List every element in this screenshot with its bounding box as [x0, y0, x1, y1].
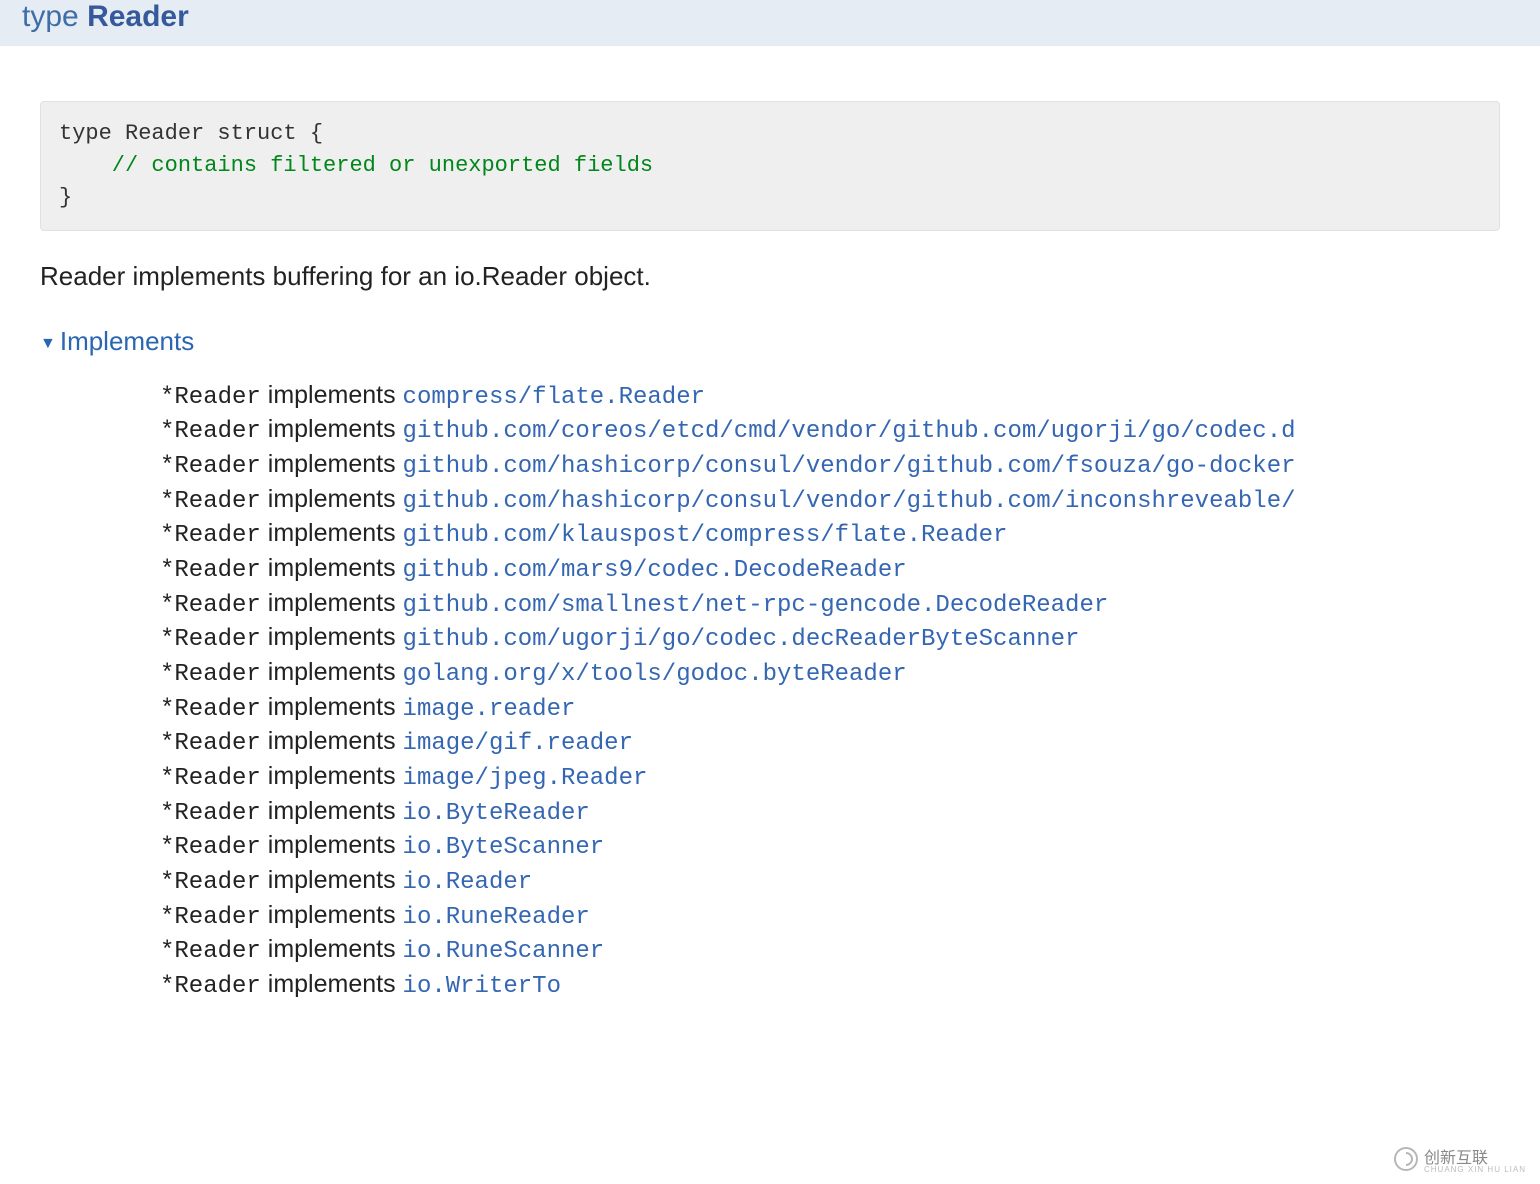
impl-prefix: *Reader — [160, 453, 261, 480]
impl-package-link[interactable]: io.Reader — [403, 869, 533, 896]
impl-package-link[interactable]: github.com/coreos/etcd/cmd/vendor/github… — [403, 418, 1296, 445]
impl-package-link[interactable]: image/gif.reader — [403, 730, 633, 757]
impl-package-link[interactable]: io.ByteScanner — [403, 834, 605, 861]
impl-prefix: *Reader — [160, 938, 261, 965]
implements-item: *Reader implements github.com/coreos/etc… — [160, 413, 1500, 448]
impl-package-link[interactable]: github.com/klauspost/compress/flate.Read… — [403, 522, 1008, 549]
impl-prefix: *Reader — [160, 488, 261, 515]
impl-prefix: *Reader — [160, 418, 261, 445]
impl-package-link[interactable]: io.WriterTo — [403, 973, 561, 1000]
implements-item: *Reader implements github.com/smallnest/… — [160, 587, 1500, 622]
type-name: Reader — [87, 0, 189, 33]
impl-prefix: *Reader — [160, 765, 261, 792]
impl-package-link[interactable]: github.com/mars9/codec.DecodeReader — [403, 557, 907, 584]
struct-definition-code: type Reader struct { // contains filtere… — [40, 101, 1500, 231]
implements-item: *Reader implements github.com/hashicorp/… — [160, 483, 1500, 518]
impl-word: implements — [261, 519, 403, 547]
type-keyword: type — [22, 0, 79, 33]
code-line-1: type Reader struct { — [59, 121, 323, 146]
implements-item: *Reader implements golang.org/x/tools/go… — [160, 656, 1500, 691]
impl-prefix: *Reader — [160, 661, 261, 688]
impl-word: implements — [261, 658, 403, 686]
watermark-subtext: CHUANG XIN HU LIAN — [1424, 1165, 1526, 1174]
impl-word: implements — [261, 970, 403, 998]
impl-package-link[interactable]: github.com/smallnest/net-rpc-gencode.Dec… — [403, 592, 1109, 619]
impl-word: implements — [261, 762, 403, 790]
impl-word: implements — [261, 797, 403, 825]
impl-prefix: *Reader — [160, 626, 261, 653]
impl-word: implements — [261, 727, 403, 755]
impl-word: implements — [261, 831, 403, 859]
impl-word: implements — [261, 866, 403, 894]
impl-prefix: *Reader — [160, 730, 261, 757]
impl-prefix: *Reader — [160, 834, 261, 861]
impl-prefix: *Reader — [160, 557, 261, 584]
impl-package-link[interactable]: golang.org/x/tools/godoc.byteReader — [403, 661, 907, 688]
implements-item: *Reader implements io.Reader — [160, 864, 1500, 899]
implements-item: *Reader implements io.WriterTo — [160, 968, 1500, 1003]
implements-item: *Reader implements io.ByteScanner — [160, 829, 1500, 864]
implements-item: *Reader implements github.com/hashicorp/… — [160, 448, 1500, 483]
impl-package-link[interactable]: image.reader — [403, 696, 576, 723]
implements-item: *Reader implements compress/flate.Reader — [160, 379, 1500, 414]
impl-prefix: *Reader — [160, 869, 261, 896]
impl-package-link[interactable]: io.ByteReader — [403, 800, 590, 827]
impl-package-link[interactable]: io.RuneReader — [403, 904, 590, 931]
impl-word: implements — [261, 415, 403, 443]
implements-item: *Reader implements io.ByteReader — [160, 795, 1500, 830]
type-description: Reader implements buffering for an io.Re… — [40, 261, 1500, 292]
impl-prefix: *Reader — [160, 904, 261, 931]
impl-word: implements — [261, 693, 403, 721]
impl-package-link[interactable]: image/jpeg.Reader — [403, 765, 648, 792]
implements-item: *Reader implements io.RuneScanner — [160, 933, 1500, 968]
impl-prefix: *Reader — [160, 973, 261, 1000]
impl-package-link[interactable]: io.RuneScanner — [403, 938, 605, 965]
content-area: type Reader struct { // contains filtere… — [0, 101, 1540, 1033]
implements-item: *Reader implements github.com/mars9/code… — [160, 552, 1500, 587]
impl-package-link[interactable]: github.com/hashicorp/consul/vendor/githu… — [403, 488, 1296, 515]
impl-package-link[interactable]: compress/flate.Reader — [403, 384, 705, 411]
impl-word: implements — [261, 485, 403, 513]
impl-package-link[interactable]: github.com/hashicorp/consul/vendor/githu… — [403, 453, 1296, 480]
implements-item: *Reader implements image/jpeg.Reader — [160, 760, 1500, 795]
implements-item: *Reader implements github.com/klauspost/… — [160, 517, 1500, 552]
implements-item: *Reader implements github.com/ugorji/go/… — [160, 621, 1500, 656]
impl-word: implements — [261, 554, 403, 582]
implements-item: *Reader implements image.reader — [160, 691, 1500, 726]
impl-word: implements — [261, 623, 403, 651]
code-line-3: } — [59, 185, 72, 210]
type-title[interactable]: type Reader — [22, 0, 189, 33]
implements-list: *Reader implements compress/flate.Reader… — [40, 379, 1500, 1003]
implements-toggle[interactable]: ▼Implements — [40, 326, 1500, 357]
code-comment: // contains filtered or unexported field… — [59, 153, 653, 178]
impl-prefix: *Reader — [160, 384, 261, 411]
caret-down-icon: ▼ — [40, 335, 56, 352]
implements-label: Implements — [60, 326, 194, 356]
impl-prefix: *Reader — [160, 696, 261, 723]
impl-word: implements — [261, 450, 403, 478]
impl-word: implements — [261, 901, 403, 929]
watermark-logo-icon — [1394, 1147, 1418, 1171]
impl-prefix: *Reader — [160, 800, 261, 827]
implements-item: *Reader implements io.RuneReader — [160, 899, 1500, 934]
impl-word: implements — [261, 381, 403, 409]
watermark: 创新互联 CHUANG XIN HU LIAN — [1394, 1144, 1526, 1174]
impl-word: implements — [261, 589, 403, 617]
implements-item: *Reader implements image/gif.reader — [160, 725, 1500, 760]
impl-prefix: *Reader — [160, 522, 261, 549]
impl-prefix: *Reader — [160, 592, 261, 619]
impl-package-link[interactable]: github.com/ugorji/go/codec.decReaderByte… — [403, 626, 1080, 653]
impl-word: implements — [261, 935, 403, 963]
type-header: type Reader — [0, 0, 1540, 46]
